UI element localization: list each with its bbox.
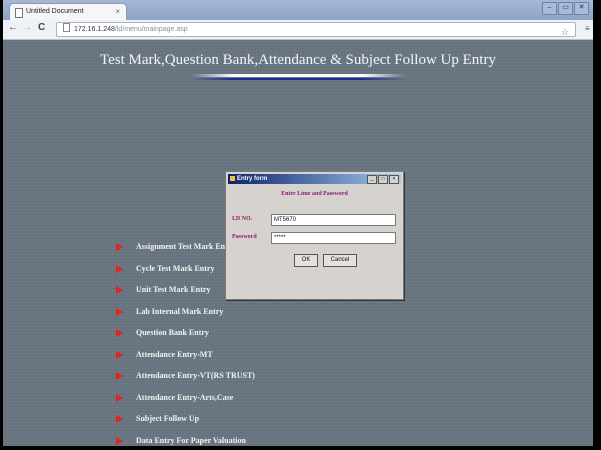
arrow-icon xyxy=(116,394,123,402)
userid-field[interactable]: MT5670 xyxy=(271,214,396,226)
browser-tab[interactable]: Untitled Document × xyxy=(9,3,127,21)
arrow-icon xyxy=(116,437,123,445)
password-label: Password xyxy=(232,234,257,240)
tab-title: Untitled Document xyxy=(26,8,84,15)
title-underline-blue xyxy=(191,78,405,80)
navigation-bar: ← → C 172.16.1.248/ld/menu/mainpage.asp … xyxy=(3,20,593,40)
arrow-icon xyxy=(116,351,123,359)
arrow-icon xyxy=(116,329,123,337)
arrow-icon xyxy=(116,372,123,380)
back-button[interactable]: ← xyxy=(8,22,18,33)
entry-form-dialog: Entry form _ □ × Enter Lime and Password… xyxy=(225,171,404,300)
page-content: Test Mark,Question Bank,Attendance & Sub… xyxy=(3,40,593,446)
forward-button[interactable]: → xyxy=(22,22,32,33)
cancel-button[interactable]: Cancel xyxy=(323,254,357,267)
arrow-icon xyxy=(116,286,123,294)
url-path: /ld/menu/mainpage.asp xyxy=(114,26,188,33)
dialog-titlebar[interactable]: Entry form _ □ × xyxy=(228,174,401,184)
maximize-button[interactable]: ▭ xyxy=(558,2,573,15)
userid-label: I.D NO. xyxy=(232,216,253,222)
document-icon xyxy=(63,23,70,32)
tab-close-icon[interactable]: × xyxy=(115,4,120,20)
dialog-controls: _ □ × xyxy=(367,175,399,184)
browser-window: Untitled Document × – ▭ ✕ ← → C 172.16.1… xyxy=(3,0,593,446)
url-host: 172.16.1.248 xyxy=(74,26,115,33)
minimize-button[interactable]: – xyxy=(542,2,557,15)
tab-strip: Untitled Document × – ▭ ✕ xyxy=(3,0,593,21)
page-title: Test Mark,Question Bank,Attendance & Sub… xyxy=(100,52,496,68)
dialog-title: Entry form xyxy=(237,176,268,182)
arrow-icon xyxy=(116,243,123,251)
dialog-heading: Enter Lime and Password xyxy=(281,191,348,197)
star-icon[interactable]: ☆ xyxy=(561,26,569,39)
page-icon xyxy=(15,8,23,18)
ok-button[interactable]: OK xyxy=(294,254,318,267)
dialog-close-button[interactable]: × xyxy=(389,175,399,184)
dialog-minimize-button[interactable]: _ xyxy=(367,175,377,184)
dialog-maximize-button[interactable]: □ xyxy=(378,175,388,184)
window-controls: – ▭ ✕ xyxy=(542,2,589,15)
app-icon xyxy=(230,176,235,181)
arrow-icon xyxy=(116,265,123,273)
close-window-button[interactable]: ✕ xyxy=(574,2,589,15)
wrench-menu-icon[interactable]: ≡ xyxy=(585,24,590,33)
reload-button[interactable]: C xyxy=(38,22,45,33)
title-underline xyxy=(191,74,405,77)
password-field[interactable]: ***** xyxy=(271,232,396,244)
address-bar[interactable]: 172.16.1.248/ld/menu/mainpage.asp ☆ xyxy=(56,22,576,37)
arrow-icon xyxy=(116,415,123,423)
arrow-icon xyxy=(116,308,123,316)
